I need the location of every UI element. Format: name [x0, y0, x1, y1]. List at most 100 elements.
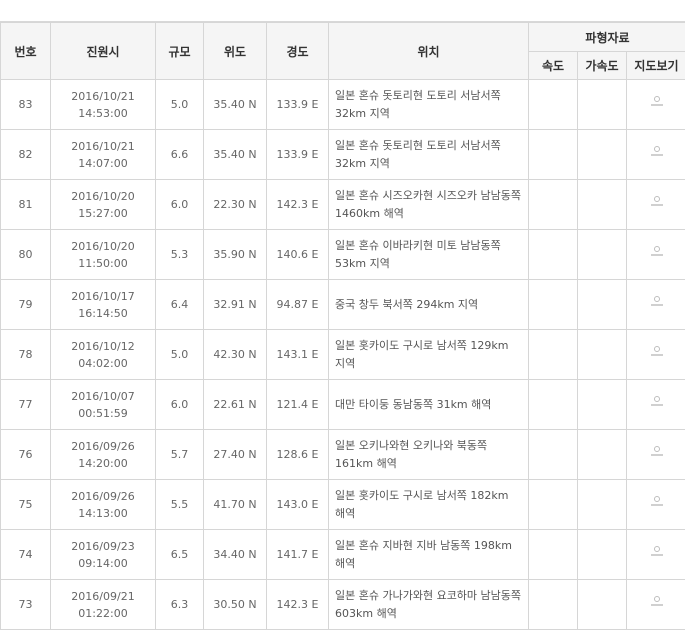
cell-acceleration	[577, 129, 627, 180]
map-view-icon[interactable]	[650, 146, 664, 158]
cell-no: 81	[0, 179, 51, 230]
cell-origin-time: 2016/09/21 01:22:00	[50, 579, 156, 630]
row-no: 82	[18, 148, 33, 161]
cell-no: 76	[0, 429, 51, 480]
table-row: 77 2016/10/07 00:51:59 6.0 22.61 N 121.4 …	[0, 379, 685, 430]
header-waveform: 파형자료	[527, 22, 685, 52]
cell-magnitude: 5.3	[155, 229, 204, 280]
cell-velocity	[528, 179, 578, 230]
row-mag: 5.5	[170, 498, 189, 511]
header-magnitude: 규모	[155, 22, 204, 80]
map-view-icon[interactable]	[650, 596, 664, 608]
row-mag: 6.6	[170, 148, 189, 161]
cell-map	[625, 229, 685, 280]
cell-latitude: 35.40 N	[203, 129, 267, 180]
cell-map	[625, 429, 685, 480]
row-location: 일본 오키나와현 오키나와 북동쪽 161km 해역	[335, 438, 488, 470]
row-lat: 41.70 N	[213, 498, 257, 511]
row-location: 일본 혼슈 시즈오카현 시즈오카 남남동쪽 1460km 해역	[335, 188, 522, 220]
row-lon: 142.3 E	[276, 598, 319, 611]
cell-map	[625, 579, 685, 630]
map-view-icon[interactable]	[650, 96, 664, 108]
map-view-icon[interactable]	[650, 246, 664, 258]
row-time: 01:22:00	[78, 606, 128, 620]
row-location: 중국 창두 북서쪽 294km 지역	[335, 297, 479, 311]
cell-latitude: 34.40 N	[203, 529, 267, 580]
cell-longitude: 133.9 E	[266, 79, 329, 130]
cell-longitude: 128.6 E	[266, 429, 329, 480]
cell-origin-time: 2016/09/23 09:14:00	[50, 529, 156, 580]
row-no: 75	[18, 498, 33, 511]
cell-no: 75	[0, 479, 51, 530]
cell-map	[625, 129, 685, 180]
cell-magnitude: 5.7	[155, 429, 204, 480]
cell-acceleration	[577, 479, 627, 530]
cell-no: 74	[0, 529, 51, 580]
cell-longitude: 143.1 E	[266, 329, 329, 380]
row-time: 16:14:50	[78, 306, 128, 320]
cell-origin-time: 2016/10/07 00:51:59	[50, 379, 156, 430]
cell-longitude: 142.3 E	[266, 579, 329, 630]
cell-latitude: 41.70 N	[203, 479, 267, 530]
row-date: 2016/09/26	[71, 439, 135, 453]
map-view-icon[interactable]	[650, 446, 664, 458]
row-lon: 140.6 E	[276, 248, 319, 261]
cell-acceleration	[577, 329, 627, 380]
map-view-icon[interactable]	[650, 196, 664, 208]
cell-origin-time: 2016/10/21 14:07:00	[50, 129, 156, 180]
header-time: 진원시	[50, 22, 156, 80]
cell-acceleration	[577, 429, 627, 480]
table-row: 83 2016/10/21 14:53:00 5.0 35.40 N 133.9 …	[0, 79, 685, 130]
row-lon: 133.9 E	[276, 148, 319, 161]
cell-acceleration	[577, 279, 627, 330]
cell-latitude: 32.91 N	[203, 279, 267, 330]
cell-velocity	[528, 379, 578, 430]
map-view-icon[interactable]	[650, 546, 664, 558]
cell-location: 일본 오키나와현 오키나와 북동쪽 161km 해역	[328, 429, 529, 480]
row-mag: 6.0	[170, 198, 189, 211]
cell-latitude: 30.50 N	[203, 579, 267, 630]
row-time: 11:50:00	[78, 256, 128, 270]
row-lat: 35.40 N	[213, 148, 257, 161]
cell-map	[625, 479, 685, 530]
table-row: 75 2016/09/26 14:13:00 5.5 41.70 N 143.0 …	[0, 479, 685, 530]
row-location: 일본 혼슈 이바라키현 미토 남남동쪽 53km 지역	[335, 238, 501, 270]
cell-longitude: 121.4 E	[266, 379, 329, 430]
map-view-icon[interactable]	[650, 346, 664, 358]
map-view-icon[interactable]	[650, 296, 664, 308]
cell-velocity	[528, 129, 578, 180]
header-velocity: 속도	[528, 51, 578, 80]
row-date: 2016/10/21	[71, 139, 135, 153]
row-date: 2016/09/21	[71, 589, 135, 603]
row-lat: 34.40 N	[213, 548, 257, 561]
map-view-icon[interactable]	[650, 396, 664, 408]
cell-origin-time: 2016/10/20 15:27:00	[50, 179, 156, 230]
map-view-icon[interactable]	[650, 496, 664, 508]
cell-longitude: 140.6 E	[266, 229, 329, 280]
cell-longitude: 142.3 E	[266, 179, 329, 230]
row-date: 2016/10/07	[71, 389, 135, 403]
cell-magnitude: 5.0	[155, 329, 204, 380]
cell-velocity	[528, 529, 578, 580]
cell-location: 일본 혼슈 돗토리현 도토리 서남서쪽 32km 지역	[328, 129, 529, 180]
row-time: 09:14:00	[78, 556, 128, 570]
row-mag: 5.0	[170, 348, 189, 361]
row-no: 78	[18, 348, 33, 361]
cell-longitude: 143.0 E	[266, 479, 329, 530]
row-location: 일본 혼슈 돗토리현 도토리 서남서쪽 32km 지역	[335, 88, 501, 120]
cell-latitude: 22.61 N	[203, 379, 267, 430]
cell-location: 일본 홋카이도 구시로 남서쪽 182km 해역	[328, 479, 529, 530]
cell-origin-time: 2016/10/20 11:50:00	[50, 229, 156, 280]
row-time: 14:53:00	[78, 106, 128, 120]
cell-no: 80	[0, 229, 51, 280]
cell-latitude: 27.40 N	[203, 429, 267, 480]
cell-map	[625, 279, 685, 330]
row-date: 2016/09/26	[71, 489, 135, 503]
cell-acceleration	[577, 179, 627, 230]
row-mag: 6.0	[170, 398, 189, 411]
cell-magnitude: 6.5	[155, 529, 204, 580]
cell-velocity	[528, 279, 578, 330]
row-date: 2016/10/17	[71, 289, 135, 303]
row-no: 76	[18, 448, 33, 461]
cell-map	[625, 529, 685, 580]
